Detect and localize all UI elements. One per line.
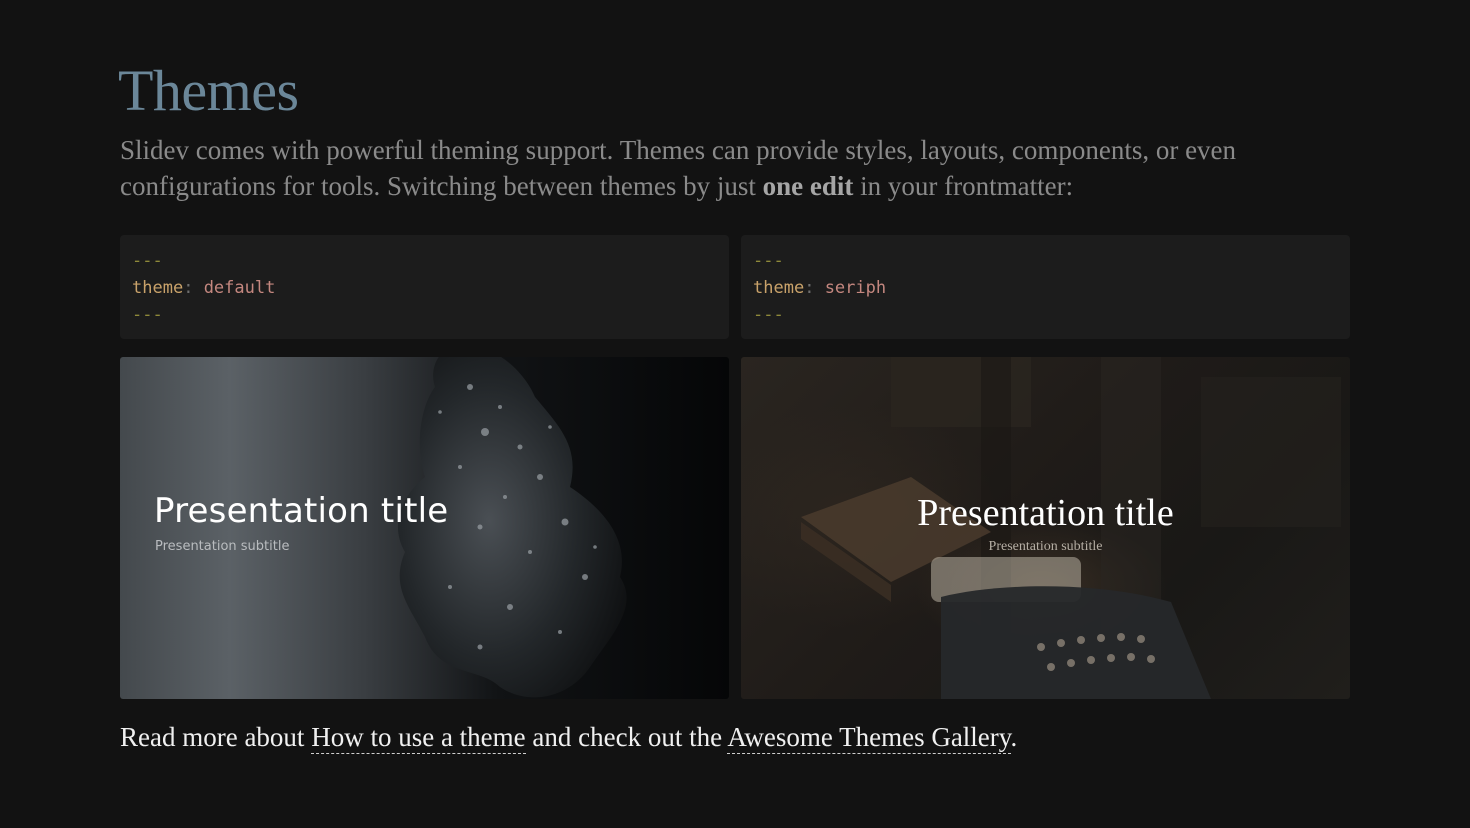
intro-text-part2: in your frontmatter: bbox=[853, 171, 1074, 201]
preview-title: Presentation title bbox=[154, 491, 449, 531]
code-key: theme bbox=[753, 278, 805, 298]
intro-bold-text: one edit bbox=[762, 171, 854, 201]
code-value: default bbox=[203, 278, 276, 298]
code-value: seriph bbox=[824, 278, 887, 298]
code-frontmatter-open: --- bbox=[753, 251, 784, 271]
code-colon: : bbox=[183, 278, 194, 298]
how-to-use-theme-link[interactable]: How to use a theme bbox=[311, 722, 526, 754]
preview-subtitle: Presentation subtitle bbox=[988, 539, 1103, 554]
page-title: Themes bbox=[118, 58, 299, 123]
footer-text: . bbox=[1010, 722, 1018, 752]
code-block-default: --- theme: default --- bbox=[120, 235, 729, 339]
footer-paragraph: Read more about How to use a theme and c… bbox=[120, 722, 1018, 754]
code-frontmatter-open: --- bbox=[132, 251, 163, 271]
footer-text: Read more about bbox=[120, 722, 312, 752]
preview-title: Presentation title bbox=[917, 492, 1174, 534]
intro-paragraph: Slidev comes with powerful theming suppo… bbox=[120, 132, 1360, 204]
code-frontmatter-close: --- bbox=[132, 305, 163, 325]
code-colon: : bbox=[804, 278, 815, 298]
preview-subtitle: Presentation subtitle bbox=[155, 539, 290, 554]
theme-preview-default: Presentation title Presentation subtitle bbox=[120, 357, 729, 699]
code-frontmatter-close: --- bbox=[753, 305, 784, 325]
theme-preview-seriph: Presentation title Presentation subtitle bbox=[741, 357, 1350, 699]
code-block-seriph: --- theme: seriph --- bbox=[741, 235, 1350, 339]
themes-gallery-link[interactable]: Awesome Themes Gallery bbox=[727, 722, 1011, 754]
slide: Themes Slidev comes with powerful themin… bbox=[0, 0, 1470, 828]
code-key: theme bbox=[132, 278, 184, 298]
footer-text: and check out the bbox=[525, 722, 728, 752]
